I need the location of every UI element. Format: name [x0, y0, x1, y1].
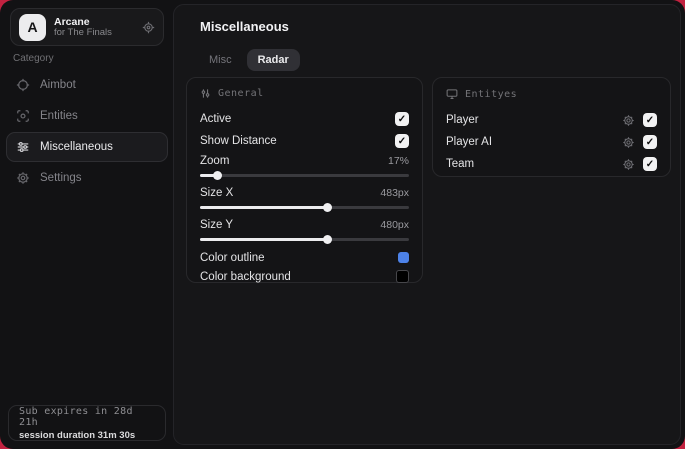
sub-expires-text: Sub expires in 28d 21h: [19, 405, 133, 428]
monitor-icon: [446, 88, 458, 100]
sidebar-item-aimbot[interactable]: Aimbot: [6, 70, 168, 100]
zoom-slider-group: Zoom 17%: [200, 152, 409, 181]
size-y-slider-group: Size Y 480px: [200, 216, 409, 245]
size-y-slider[interactable]: [200, 234, 409, 245]
size-x-slider-group: Size X 483px: [200, 184, 409, 213]
gear-icon[interactable]: [622, 158, 635, 171]
color-outline-row: Color outline: [200, 248, 409, 267]
main-panel: Miscellaneous Misc Radar General Active …: [173, 4, 681, 445]
sliders-icon: [16, 140, 30, 154]
general-card: General Active ✓ Show Distance ✓ Zoom 17…: [186, 77, 423, 283]
gear-icon: [16, 171, 30, 185]
slider-thumb[interactable]: [323, 235, 333, 244]
entity-label: Player AI: [446, 136, 493, 148]
toggle-row-show-distance: Show Distance ✓: [200, 130, 409, 152]
zoom-slider[interactable]: [200, 170, 409, 181]
toggle-label: Active: [200, 113, 232, 125]
sidebar-item-settings[interactable]: Settings: [6, 163, 168, 193]
sidebar-nav: Aimbot Entities Miscellaneous Settings: [6, 70, 168, 194]
player-checkbox[interactable]: ✓: [643, 113, 657, 127]
sidebar-item-label: Settings: [40, 172, 82, 184]
slider-value: 483px: [380, 187, 409, 199]
app-subtitle: for The Finals: [54, 26, 112, 38]
show-distance-checkbox[interactable]: ✓: [395, 134, 409, 148]
team-checkbox[interactable]: ✓: [643, 157, 657, 171]
session-duration-text: session duration 31m 30s: [19, 429, 136, 441]
crosshair-icon: [16, 78, 30, 92]
entity-row-player-ai: Player AI ✓: [446, 131, 657, 153]
category-label: Category: [13, 53, 54, 64]
gear-icon[interactable]: [622, 114, 635, 127]
color-background-row: Color background: [200, 267, 409, 286]
entities-header-label: Entityes: [465, 88, 518, 100]
slider-thumb[interactable]: [323, 203, 333, 212]
slider-label: Size Y: [200, 219, 234, 231]
color-background-swatch[interactable]: [396, 270, 409, 283]
color-label: Color outline: [200, 251, 265, 264]
app-window: A Arcane for The Finals Category Aimbot …: [0, 0, 685, 449]
gear-icon[interactable]: [142, 21, 155, 34]
gear-icon[interactable]: [622, 136, 635, 149]
toggle-label: Show Distance: [200, 135, 277, 147]
sidebar-item-label: Entities: [40, 110, 78, 122]
app-name: Arcane: [54, 15, 90, 28]
sidebar-item-label: Aimbot: [40, 79, 76, 91]
desktop-background: A Arcane for The Finals Category Aimbot …: [0, 0, 685, 449]
sidebar: A Arcane for The Finals Category Aimbot …: [0, 0, 174, 449]
player-ai-checkbox[interactable]: ✓: [643, 135, 657, 149]
color-label: Color background: [200, 270, 291, 283]
general-card-header: General: [200, 88, 409, 99]
subscription-card: Sub expires in 28d 21h session duration …: [8, 405, 166, 441]
slider-label: Zoom: [200, 155, 230, 167]
tab-radar[interactable]: Radar: [246, 49, 300, 71]
slider-label: Size X: [200, 187, 234, 199]
profile-card: A Arcane for The Finals: [10, 8, 164, 46]
app-logo: A: [19, 13, 46, 41]
entity-label: Team: [446, 158, 475, 170]
page-title: Miscellaneous: [200, 19, 289, 34]
profile-text: Arcane for The Finals: [54, 16, 134, 39]
color-outline-swatch[interactable]: [398, 252, 409, 263]
slider-value: 480px: [380, 219, 409, 231]
sidebar-item-miscellaneous[interactable]: Miscellaneous: [6, 132, 168, 162]
entities-card-header: Entityes: [446, 88, 657, 100]
entity-row-team: Team ✓: [446, 153, 657, 175]
entity-row-player: Player ✓: [446, 109, 657, 131]
entities-card: Entityes Player ✓ Player AI ✓ Team ✓: [432, 77, 671, 177]
size-x-slider[interactable]: [200, 202, 409, 213]
tab-bar: Misc Radar: [198, 49, 300, 71]
tab-misc[interactable]: Misc: [198, 49, 243, 71]
sliders-icon: [200, 88, 211, 99]
toggle-row-active: Active ✓: [200, 108, 409, 130]
scan-icon: [16, 109, 30, 123]
sidebar-item-label: Miscellaneous: [40, 141, 113, 153]
entity-label: Player: [446, 114, 479, 126]
general-header-label: General: [218, 88, 264, 99]
slider-thumb[interactable]: [212, 171, 222, 180]
sidebar-item-entities[interactable]: Entities: [6, 101, 168, 131]
slider-value: 17%: [387, 155, 409, 167]
active-checkbox[interactable]: ✓: [395, 112, 409, 126]
